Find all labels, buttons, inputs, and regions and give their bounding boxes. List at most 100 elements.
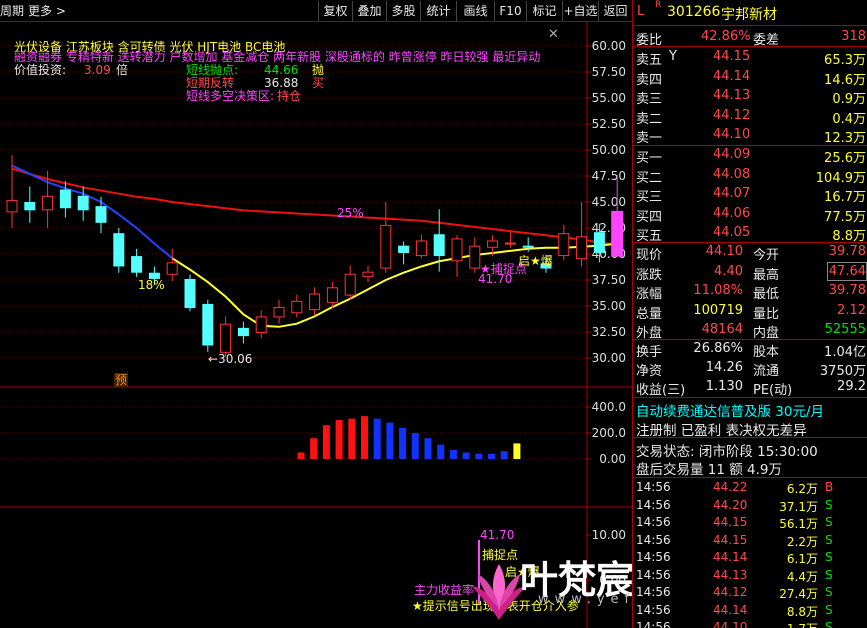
toolbar-button-4[interactable]: 画线 xyxy=(456,1,494,21)
vol-bar-17 xyxy=(513,443,521,459)
tick-row-7: 14:56 44.14 8.8万 S xyxy=(633,602,867,619)
candle-body-26 xyxy=(469,245,481,269)
candle-body-4 xyxy=(77,195,89,211)
tick-price-7: 44.14 xyxy=(713,602,748,617)
short-reverse-val: 36.88 xyxy=(264,76,299,90)
stat2-row-1: 净资 14.26 流通 3750万 xyxy=(633,359,867,379)
stat-label-a-3: 总量 xyxy=(636,306,663,322)
candle-body-16 xyxy=(291,300,303,314)
tick-price-0: 44.22 xyxy=(713,480,748,494)
toolbar-button-3[interactable]: 统计 xyxy=(420,1,456,21)
candle-body-9 xyxy=(166,262,178,275)
candle-body-5 xyxy=(95,206,107,223)
after-trade: 盘后交易量 11 额 4.9万 xyxy=(636,462,783,478)
ad-line-1: 自动续费通达信普及版 30元/月 xyxy=(636,404,825,420)
candle-body-14 xyxy=(255,316,267,334)
stat2-label-b-1: 流通 xyxy=(753,364,780,379)
stat2-value-a-0: 26.86% xyxy=(693,341,743,356)
stat-label-a-0: 现价 xyxy=(636,248,663,263)
stock-name: 宇邦新材 xyxy=(721,7,777,23)
toolbar-button-2[interactable]: 多股 xyxy=(386,1,420,21)
stat2-value-a-2: 1.130 xyxy=(705,379,743,394)
bid-row-1: 买二 44.08 104.9万 xyxy=(633,166,867,186)
vol-bar-2 xyxy=(322,425,330,459)
ask-row-4: 卖一 44.10 12.3万 xyxy=(633,126,867,146)
tick-side-1: S xyxy=(825,497,833,512)
vol-tick-label-1: 200.0 xyxy=(592,426,626,440)
candle-body-27 xyxy=(487,240,499,248)
chart-area[interactable]: ✕30.0032.5035.0037.5040.0042.5045.0047.5… xyxy=(0,22,632,628)
tick-row-8: 14:56 44.10 1.7万 S xyxy=(633,620,867,628)
close-icon[interactable]: ✕ xyxy=(548,27,559,42)
bid-row-3: 买四 44.06 77.5万 xyxy=(633,205,867,225)
candle-body-1 xyxy=(24,202,36,211)
toolbar-button-0[interactable]: 复权 xyxy=(318,1,352,21)
quote-panel: L R 301266 宇邦新材 委比 42.86% 委差 318 卖五 Y 44.15 65.3万 卖四… xyxy=(632,0,867,628)
vol-tick-label-0: 400.0 xyxy=(592,400,626,414)
y-tick-label-0: 30.00 xyxy=(592,351,626,365)
stat-label-b-0: 今开 xyxy=(753,248,780,263)
candle-body-11 xyxy=(202,303,214,346)
ma-blue-line xyxy=(11,164,173,259)
ask-vol-1: 14.6万 xyxy=(824,72,866,88)
stat-label-b-1: 最高 xyxy=(753,267,780,283)
tick-price-4: 44.14 xyxy=(713,550,748,564)
stat2-value-b-2: 29.2 xyxy=(837,379,866,394)
candle-body-19 xyxy=(344,273,356,296)
tick-time-7: 14:56 xyxy=(636,602,671,617)
low-price-label: ←30.06 xyxy=(208,352,253,366)
tick-time-1: 14:56 xyxy=(636,497,671,512)
tick-side-7: S xyxy=(825,602,833,617)
bid-price-1: 44.08 xyxy=(713,166,751,182)
ask-label-1: 卖四 xyxy=(636,72,663,88)
stat-label-b-3: 量比 xyxy=(753,306,780,322)
ask-vol-2: 0.9万 xyxy=(832,92,866,107)
candle-body-0 xyxy=(6,199,18,213)
toolbar-button-6[interactable]: 标记 xyxy=(526,1,562,21)
tick-vol-4: 6.1万 xyxy=(786,552,818,566)
ask-price-3: 44.12 xyxy=(713,107,751,123)
candle-body-2 xyxy=(42,195,54,211)
bull-bear-label: 短线多空决策区: xyxy=(186,89,275,103)
ask-vol-3: 0.4万 xyxy=(832,111,866,127)
tick-side-0: B xyxy=(825,480,834,494)
tick-vol-1: 37.1万 xyxy=(779,499,818,514)
stat-value-b-3: 2.12 xyxy=(837,302,866,318)
y-tick-label-2: 35.00 xyxy=(592,299,626,313)
candle-body-31 xyxy=(558,233,570,257)
toolbar-button-1[interactable]: 叠加 xyxy=(352,1,386,21)
tick-vol-3: 2.2万 xyxy=(786,534,818,549)
sep-1 xyxy=(633,25,867,26)
tick-side-2: S xyxy=(825,515,833,529)
candle-body-24 xyxy=(433,234,445,257)
toolbar-left-0[interactable]: 周期 xyxy=(0,1,26,21)
ask-row-3: 卖二 44.12 0.4万 xyxy=(633,107,867,127)
ask-price-0: 44.15 xyxy=(713,49,751,64)
toolbar-button-8[interactable]: 返回 xyxy=(598,1,632,21)
stat-value-b-2: 39.78 xyxy=(828,283,866,298)
stat-label-a-1: 涨跌 xyxy=(636,267,663,283)
y-tick-label-7: 47.50 xyxy=(592,169,626,183)
stat-row-3: 总量 100719 量比 2.12 xyxy=(633,302,867,322)
short-sell-label: 短线抛点: xyxy=(186,63,239,77)
toolbar-button-5[interactable]: F10 xyxy=(494,1,526,21)
stat2-row-2: 收益(三) 1.130 PE(动) 29.2 xyxy=(633,378,867,398)
vol-bar-8 xyxy=(399,427,407,459)
tick-row-3: 14:56 44.15 2.2万 S xyxy=(633,533,867,549)
ask-price-1: 44.14 xyxy=(713,68,751,84)
bid-label-0: 买一 xyxy=(636,151,663,166)
candle-body-23 xyxy=(415,240,427,257)
ask-row-2: 卖三 44.13 0.9万 xyxy=(633,87,867,107)
vol-bar-6 xyxy=(373,418,381,459)
ratio-value: 42.86% xyxy=(701,29,751,44)
stat2-row-0: 换手 26.86% 股本 1.04亿 xyxy=(633,340,867,360)
stat-row-0: 现价 44.10 今开 39.78 xyxy=(633,243,867,263)
ask-label-3: 卖二 xyxy=(636,111,663,127)
sep-8 xyxy=(633,477,867,478)
toolbar-button-7[interactable]: +自选 xyxy=(562,1,598,21)
vol-bar-9 xyxy=(411,433,419,459)
stat2-value-b-1: 3750万 xyxy=(819,364,866,379)
toolbar-left-1[interactable]: 更多 > xyxy=(28,1,68,21)
value-invest-label: 价值投资: xyxy=(14,63,67,77)
ratio-row: 委比 42.86% 委差 318 xyxy=(633,28,867,48)
